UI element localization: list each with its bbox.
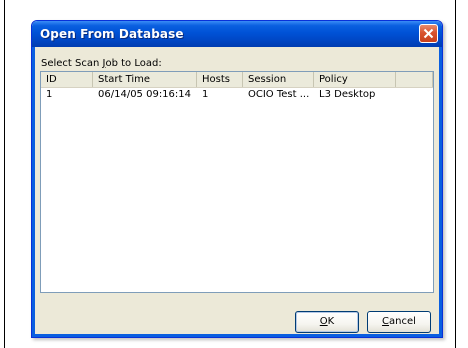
ok-button[interactable]: OK — [295, 311, 359, 333]
dialog-title: Open From Database — [40, 27, 184, 41]
ok-label: K — [327, 316, 335, 327]
cancel-button[interactable]: Cancel — [367, 311, 431, 333]
column-header-row: ID Start Time Hosts Session Policy — [41, 72, 433, 88]
column-header-empty[interactable] — [396, 72, 433, 87]
cell-hosts: 1 — [202, 89, 209, 100]
label-text: ob to Load: — [105, 58, 162, 69]
cancel-mnemonic: C — [382, 316, 390, 327]
dialog-border — [32, 334, 442, 337]
label-text: Select Scan — [41, 58, 103, 69]
select-scan-job-label: Select Scan Job to Load: — [41, 58, 162, 69]
open-from-database-dialog: Open From Database Select Scan Job to Lo… — [31, 20, 443, 338]
title-bar[interactable]: Open From Database — [32, 21, 442, 47]
scan-jobs-list[interactable]: ID Start Time Hosts Session Policy 1 06/… — [40, 71, 434, 293]
close-button[interactable] — [419, 24, 438, 43]
column-header-session[interactable]: Session — [243, 72, 314, 87]
dialog-border — [32, 47, 35, 337]
cell-session: OCIO Test ... — [248, 89, 310, 100]
close-icon — [423, 28, 434, 39]
cell-start-time: 06/14/05 09:16:14 — [98, 89, 192, 100]
cell-policy: L3 Desktop — [319, 89, 376, 100]
dialog-border — [439, 47, 442, 337]
cell-id: 1 — [46, 89, 53, 100]
column-header-start-time[interactable]: Start Time — [93, 72, 197, 87]
cancel-label: ancel — [389, 316, 416, 327]
column-header-hosts[interactable]: Hosts — [197, 72, 243, 87]
table-row[interactable]: 1 06/14/05 09:16:14 1 OCIO Test ... L3 D… — [41, 88, 433, 102]
column-header-policy[interactable]: Policy — [314, 72, 396, 87]
ok-mnemonic: O — [319, 316, 328, 327]
column-header-id[interactable]: ID — [41, 72, 93, 87]
